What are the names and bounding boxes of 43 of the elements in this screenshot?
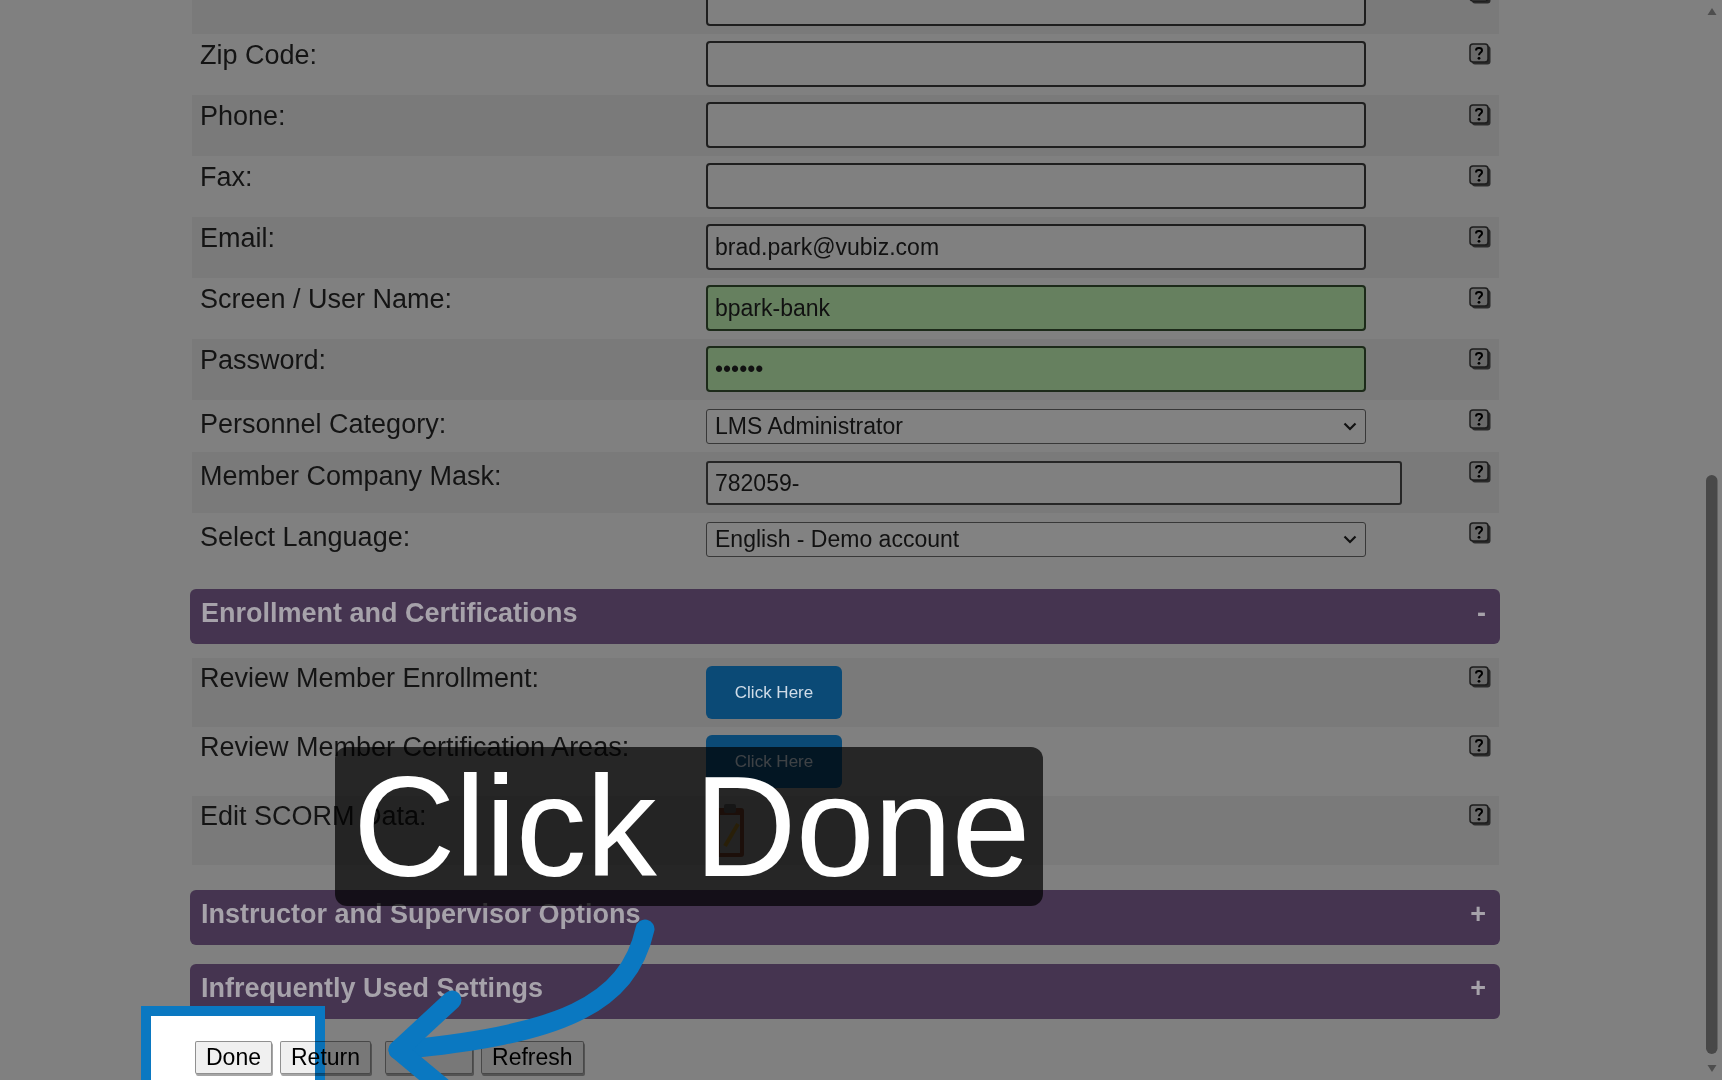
field-label: Review Member Enrollment: [199, 663, 541, 694]
help-icon[interactable] [1469, 165, 1491, 187]
help-icon[interactable] [1469, 348, 1491, 370]
help-icon[interactable] [1469, 409, 1491, 431]
field-label: Screen / User Name: [199, 284, 454, 315]
help-icon[interactable] [1469, 804, 1491, 826]
field-label: Phone: [199, 101, 287, 132]
toggle-sign[interactable]: - [1477, 598, 1486, 629]
text-field[interactable] [706, 102, 1366, 148]
help-icon[interactable] [1469, 43, 1491, 65]
dropdown[interactable]: English - Demo account [706, 522, 1366, 557]
section-header[interactable]: Infrequently Used Settings + [190, 964, 1500, 1019]
dropdown[interactable]: LMS Administrator [706, 409, 1366, 444]
text-field[interactable]: bpark-bank [706, 285, 1366, 331]
chevron-down-icon [1343, 535, 1357, 544]
field-label: Email: [199, 223, 276, 254]
section-title: Enrollment and Certifications [201, 598, 578, 629]
chevron-down-icon [1343, 422, 1357, 431]
field-label: Select Language: [199, 522, 412, 553]
help-icon[interactable] [1469, 735, 1491, 757]
field-label: Password: [199, 345, 328, 376]
field-label: Member Company Mask: [199, 461, 503, 492]
help-icon[interactable] [1469, 461, 1491, 483]
section-header[interactable]: Enrollment and Certifications - [190, 589, 1500, 644]
help-icon[interactable] [1469, 522, 1491, 544]
text-field[interactable] [706, 41, 1366, 87]
text-field[interactable]: •••••• [706, 346, 1366, 392]
field-label: Fax: [199, 162, 254, 193]
text-field[interactable]: 782059- [706, 461, 1402, 505]
help-icon[interactable] [1469, 666, 1491, 688]
form-button[interactable]: Done [195, 1041, 272, 1074]
help-icon[interactable] [1469, 287, 1491, 309]
field-label: Zip Code: [199, 40, 319, 71]
help-icon[interactable] [1469, 226, 1491, 248]
toggle-sign[interactable]: + [1470, 899, 1486, 930]
text-field[interactable] [706, 163, 1366, 209]
toggle-sign[interactable]: + [1470, 973, 1486, 1004]
field-label: Personnel Category: [199, 409, 448, 440]
action-button[interactable]: Click Here [706, 666, 842, 719]
help-icon[interactable] [1469, 104, 1491, 126]
text-field[interactable]: brad.park@vubiz.com [706, 224, 1366, 270]
section-title: Infrequently Used Settings [201, 973, 544, 1004]
form-button[interactable]: Refresh [481, 1041, 584, 1074]
